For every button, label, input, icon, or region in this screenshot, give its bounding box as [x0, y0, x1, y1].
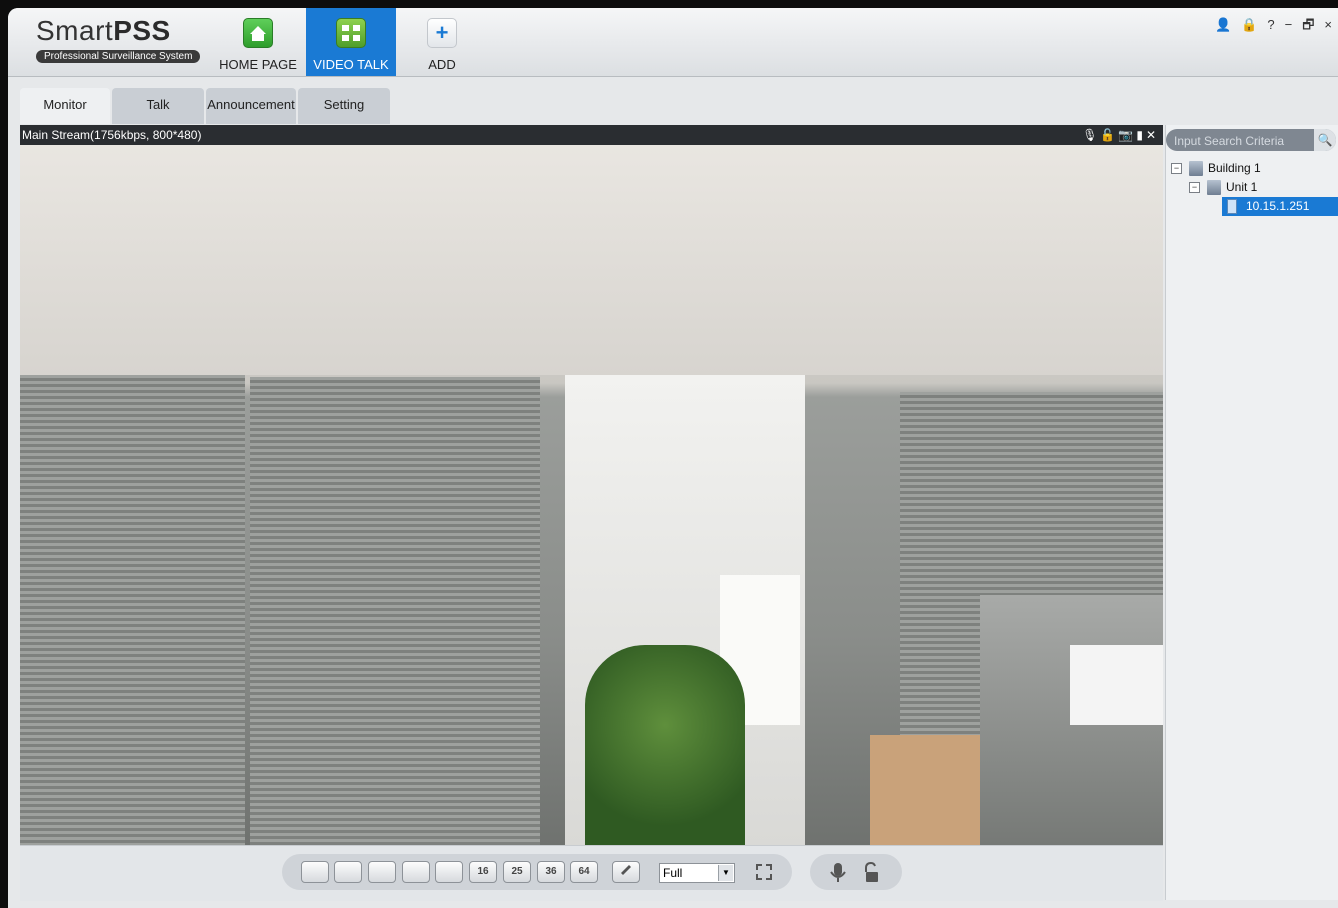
logo-text-bold: PSS	[113, 15, 171, 46]
window-controls: 👤🔒?−🗗×	[1215, 16, 1338, 38]
home-page-button[interactable]: HOME PAGE	[212, 8, 304, 76]
search-box: 🔍	[1166, 129, 1336, 151]
video-talk-icon	[336, 18, 366, 48]
plus-icon: +	[427, 18, 457, 48]
video-view[interactable]	[20, 145, 1163, 845]
video-talk-button[interactable]: VIDEO TALK	[306, 8, 396, 76]
video-header: Main Stream(1756kbps, 800*480) 🎙🔓📷▮✕	[20, 125, 1163, 145]
search-input[interactable]	[1172, 131, 1312, 151]
app-window: SmartPSS Professional Surveillance Syste…	[8, 8, 1338, 908]
pencil-icon	[621, 865, 631, 875]
tree-item-building[interactable]: − Building 1	[1171, 159, 1338, 178]
layout-4-button[interactable]	[334, 861, 362, 883]
tab-monitor[interactable]: Monitor	[20, 88, 110, 124]
microphone-button-icon[interactable]	[830, 862, 846, 889]
add-label: ADD	[428, 57, 456, 72]
layout-16-button[interactable]: 16	[469, 861, 497, 883]
tree-item-device[interactable]: 10.15.1.251	[1222, 197, 1338, 216]
tree-item-label: Unit 1	[1226, 180, 1258, 194]
layout-1-button[interactable]	[301, 861, 329, 883]
talk-control-group	[810, 854, 902, 890]
tree-item-label: 10.15.1.251	[1246, 199, 1310, 213]
search-icon[interactable]: 🔍	[1314, 129, 1336, 151]
tab-announcement[interactable]: Announcement	[206, 88, 296, 124]
stream-select[interactable]: Full ▼	[659, 863, 735, 883]
device-icon	[1227, 199, 1237, 214]
edit-layout-button[interactable]	[612, 861, 640, 883]
video-scene-blind	[250, 377, 540, 845]
add-button[interactable]: + ADD	[400, 8, 484, 76]
user-icon[interactable]: 👤	[1215, 17, 1241, 32]
video-talk-label: VIDEO TALK	[313, 57, 389, 72]
stream-info: Main Stream(1756kbps, 800*480)	[22, 128, 202, 142]
close-video-icon[interactable]: ✕	[1146, 128, 1159, 142]
record-icon[interactable]: ▮	[1136, 128, 1146, 142]
home-icon	[243, 18, 273, 48]
tree-item-unit[interactable]: − Unit 1	[1189, 178, 1338, 197]
collapse-icon[interactable]: −	[1189, 182, 1200, 193]
collapse-icon[interactable]: −	[1171, 163, 1182, 174]
restore-icon[interactable]: 🗗	[1302, 17, 1324, 32]
tab-talk[interactable]: Talk	[112, 88, 204, 124]
unlock-icon[interactable]: 🔓	[1100, 128, 1118, 142]
logo-text: Smart	[36, 15, 114, 46]
tree-item-label: Building 1	[1208, 161, 1261, 175]
top-toolbar: SmartPSS Professional Surveillance Syste…	[8, 8, 1338, 77]
logo: SmartPSS Professional Surveillance Syste…	[36, 15, 201, 64]
layout-25-button[interactable]: 25	[503, 861, 531, 883]
stream-select-value: Full	[663, 866, 683, 880]
home-page-label: HOME PAGE	[219, 57, 297, 72]
video-scene-blind	[20, 375, 245, 845]
help-icon[interactable]: ?	[1267, 17, 1284, 32]
layout-9-button[interactable]	[435, 861, 463, 883]
device-tree-panel: 🔍 − Building 1 − Unit 1 10.15.1.251	[1165, 125, 1338, 900]
layout-64-button[interactable]: 64	[570, 861, 598, 883]
fullscreen-icon[interactable]	[754, 862, 774, 887]
layout-6-button[interactable]	[368, 861, 396, 883]
building-icon	[1189, 161, 1203, 176]
layout-36-button[interactable]: 36	[537, 861, 565, 883]
logo-subtitle: Professional Surveillance System	[36, 50, 201, 63]
unlock-door-icon[interactable]	[862, 861, 880, 889]
close-icon[interactable]: ×	[1324, 17, 1338, 32]
chevron-down-icon: ▼	[718, 865, 733, 881]
minimize-icon[interactable]: −	[1285, 17, 1303, 32]
layout-control-group: 16 25 36 64 Full ▼	[282, 854, 792, 890]
camera-icon[interactable]: 📷	[1118, 128, 1136, 142]
video-scene-whitebox	[1070, 645, 1163, 725]
video-scene-ceiling	[20, 145, 1163, 375]
lock-icon[interactable]: 🔒	[1241, 17, 1267, 32]
video-scene-plant	[585, 645, 745, 845]
layout-8-button[interactable]	[402, 861, 430, 883]
unit-icon	[1207, 180, 1221, 195]
video-bottom-bar: 16 25 36 64 Full ▼	[20, 845, 1163, 901]
tab-setting[interactable]: Setting	[298, 88, 390, 124]
video-scene-box	[870, 735, 980, 845]
microphone-icon[interactable]: 🎙	[1082, 128, 1100, 142]
